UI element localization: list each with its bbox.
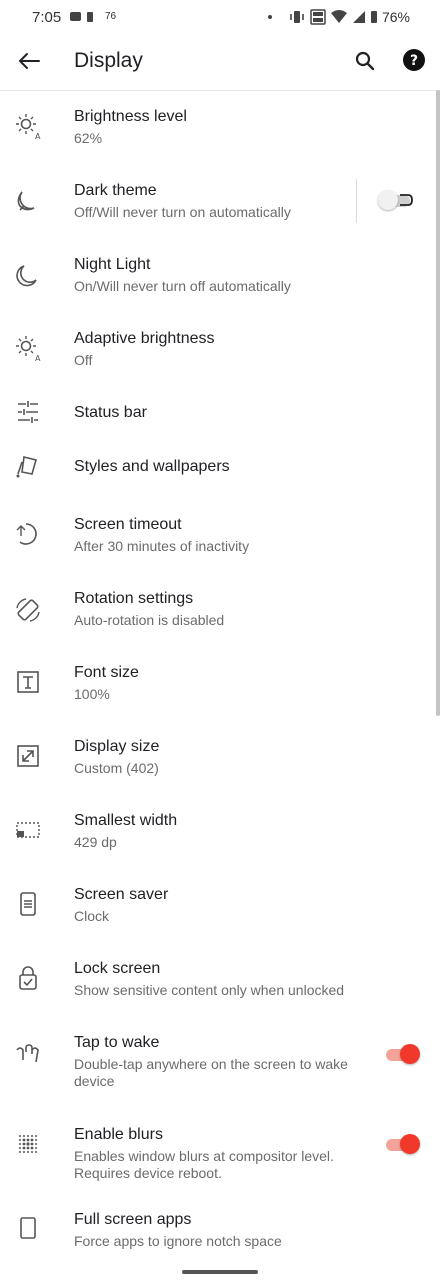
toggle-off-glyph-icon [400, 194, 413, 206]
adaptive-brightness-icon: A [16, 336, 41, 362]
toggle-knob [400, 1044, 420, 1064]
brightness-icon: A [16, 114, 41, 140]
signal-icon [352, 11, 365, 23]
status-bar: 7:05 76 76% [0, 0, 440, 34]
setting-adaptive-brightness[interactable]: A Adaptive brightness Off [0, 312, 440, 386]
tap-to-wake-icon [16, 1044, 39, 1063]
setting-subtitle: 429 dp [74, 834, 117, 850]
toggle-knob [378, 190, 398, 210]
setting-subtitle: On/Will never turn off automatically [74, 278, 291, 294]
setting-night-light[interactable]: Night Light On/Will never turn off autom… [0, 238, 440, 312]
battery-icon [370, 11, 377, 23]
setting-title: Night Light [74, 256, 151, 273]
setting-title: Screen saver [74, 886, 169, 903]
status-left-number: 76 [105, 11, 117, 22]
setting-title: Full screen apps [74, 1211, 192, 1228]
screen-timeout-icon [16, 523, 37, 545]
scrollbar[interactable] [436, 90, 440, 716]
rotation-icon [16, 598, 40, 622]
screen-saver-icon [20, 892, 36, 916]
setting-title: Status bar [74, 404, 147, 421]
setting-screen-timeout[interactable]: Screen timeout After 30 minutes of inact… [0, 498, 440, 572]
dark-theme-toggle[interactable] [378, 190, 414, 210]
enable-blurs-toggle[interactable] [384, 1134, 420, 1154]
setting-rotation[interactable]: Rotation settings Auto-rotation is disab… [0, 572, 440, 646]
font-size-icon [17, 671, 39, 693]
smallest-width-icon [16, 822, 40, 838]
setting-title: Tap to wake [74, 1034, 160, 1051]
dark-theme-icon [17, 191, 35, 211]
svg-text:A: A [35, 132, 41, 140]
toggle-knob [400, 1134, 420, 1154]
setting-lock-screen[interactable]: Lock screen Show sensitive content only … [0, 942, 440, 1016]
setting-status-bar[interactable]: Status bar [0, 386, 440, 438]
setting-tap-to-wake[interactable]: Tap to wake Double-tap anywhere on the s… [0, 1016, 440, 1106]
setting-title: Rotation settings [74, 590, 194, 607]
setting-subtitle: Double-tap anywhere on the screen to wak… [74, 1056, 348, 1089]
blur-icon [19, 1135, 37, 1153]
setting-brightness-level[interactable]: A Brightness level 62% [0, 90, 440, 164]
tap-to-wake-toggle[interactable] [384, 1044, 420, 1064]
svg-text:?: ? [410, 53, 418, 69]
svg-text:A: A [35, 354, 41, 362]
night-light-icon [16, 265, 37, 287]
setting-font-size[interactable]: Font size 100% [0, 646, 440, 720]
setting-subtitle: Force apps to ignore notch space [74, 1233, 282, 1249]
full-screen-icon [20, 1217, 36, 1239]
setting-full-screen-apps[interactable]: Full screen apps Force apps to ignore no… [0, 1198, 440, 1272]
styles-icon [16, 456, 37, 478]
tune-icon [18, 401, 38, 423]
setting-dark-theme[interactable]: Dark theme Off/Will never turn on automa… [0, 164, 440, 238]
notification-dot-icon [267, 15, 272, 19]
status-time: 7:05 [32, 9, 62, 26]
toggle-divider [356, 179, 357, 223]
setting-title: Display size [74, 738, 160, 755]
setting-title: Enable blurs [74, 1126, 163, 1143]
status-right-icons: 76% [267, 9, 410, 25]
setting-subtitle: Show sensitive content only when unlocke… [74, 982, 345, 998]
setting-title: Smallest width [74, 812, 178, 829]
setting-enable-blurs[interactable]: Enable blurs Enables window blurs at com… [0, 1106, 440, 1198]
setting-subtitle: Custom (402) [74, 760, 159, 776]
battery-small-icon [87, 11, 93, 22]
battery-percent: 76% [381, 9, 410, 25]
page-title: Display [74, 49, 143, 72]
setting-subtitle: Auto-rotation is disabled [74, 612, 225, 628]
setting-subtitle: Enables window blurs at compositor level… [74, 1148, 334, 1181]
setting-title: Brightness level [74, 108, 187, 125]
lock-screen-icon [19, 966, 37, 990]
display-size-icon [17, 745, 39, 767]
setting-title: Styles and wallpapers [74, 458, 230, 475]
setting-subtitle: Off/Will never turn on automatically [74, 204, 291, 220]
setting-title: Dark theme [74, 182, 157, 199]
setting-title: Lock screen [74, 960, 161, 977]
setting-subtitle: Off [74, 352, 93, 368]
search-icon[interactable] [352, 48, 378, 74]
volte-icon [310, 9, 326, 25]
setting-title: Font size [74, 664, 139, 681]
app-bar: Display ? [0, 34, 440, 91]
message-icon [70, 12, 81, 21]
setting-title: Screen timeout [74, 516, 182, 533]
back-arrow-icon[interactable] [16, 48, 42, 74]
gesture-nav-pill[interactable] [182, 1270, 258, 1274]
setting-styles-wallpapers[interactable]: Styles and wallpapers [0, 438, 440, 494]
setting-subtitle: 100% [74, 686, 110, 702]
setting-subtitle: 62% [74, 130, 103, 146]
status-left-icons: 76 [70, 11, 116, 22]
setting-display-size[interactable]: Display size Custom (402) [0, 720, 440, 794]
vibrate-icon [290, 11, 304, 23]
help-icon[interactable]: ? [402, 48, 426, 72]
setting-smallest-width[interactable]: Smallest width 429 dp [0, 794, 440, 868]
setting-screen-saver[interactable]: Screen saver Clock [0, 868, 440, 942]
setting-title: Adaptive brightness [74, 330, 215, 347]
setting-subtitle: After 30 minutes of inactivity [74, 538, 250, 554]
setting-subtitle: Clock [74, 908, 110, 924]
wifi-icon [330, 10, 347, 23]
